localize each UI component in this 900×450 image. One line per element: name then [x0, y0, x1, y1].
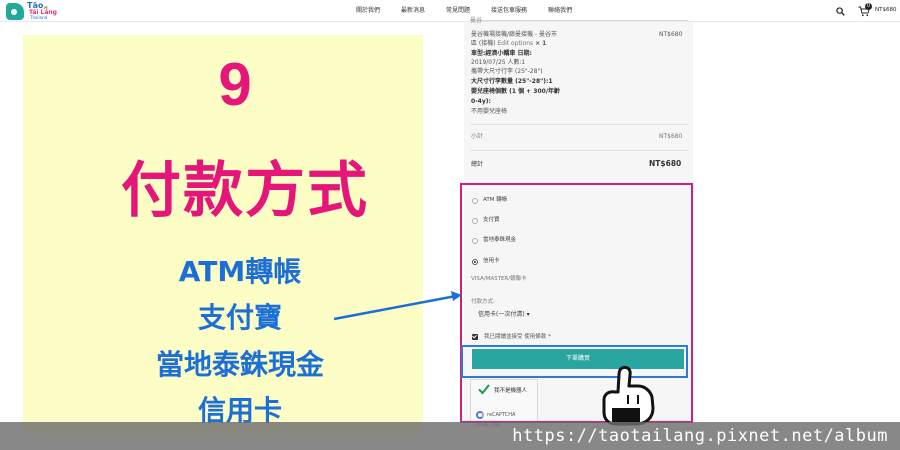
- nav-item-faq[interactable]: 常見問題: [446, 5, 470, 17]
- cart-total[interactable]: NT$680: [875, 7, 896, 13]
- watermark-bar: https://taotailang.pixnet.net/album: [0, 422, 900, 450]
- divider: [470, 150, 688, 151]
- detail-line: 攜帶大尺寸行李 (25"-28"): [471, 68, 543, 75]
- main-nav: 關於我們 最新消息 常見問題 接送包車服務 聯絡我們: [356, 5, 593, 17]
- edit-options-link[interactable]: Edit options: [498, 40, 534, 47]
- item-name-line2: 區 (接機) Edit options × 1: [471, 40, 547, 47]
- detail-line: 0-4y):: [471, 98, 491, 105]
- subtotal-label: 小計: [471, 133, 484, 140]
- cut-text: 曼谷: [470, 17, 483, 24]
- logo-line3: Thailand: [30, 15, 48, 20]
- search-icon[interactable]: [836, 7, 845, 16]
- nav-item-transfer[interactable]: 接送包車服務: [491, 5, 527, 17]
- detail-line: 車型:經濟小轎車 日期:: [471, 50, 532, 57]
- detail-line: 大尺寸行李數量 (25"-28"):1: [471, 78, 553, 85]
- nav-item-contact[interactable]: 聯絡我們: [548, 5, 572, 17]
- cart-count-badge: 0: [865, 3, 872, 10]
- nav-item-about[interactable]: 關於我們: [356, 5, 380, 17]
- detail-line: 不用嬰兒座椅: [471, 108, 508, 115]
- method-cash: 當地泰銖現金: [155, 348, 324, 381]
- total-value: NT$680: [649, 159, 682, 168]
- total-label: 總計: [471, 161, 484, 168]
- nav-item-news[interactable]: 最新消息: [401, 5, 425, 17]
- pointing-hand-icon: [602, 365, 655, 426]
- divider: [470, 124, 688, 125]
- method-atm: ATM轉帳: [178, 255, 302, 288]
- subtotal-value: NT$680: [659, 133, 683, 140]
- watermark-url: https://taotailang.pixnet.net/album: [512, 426, 888, 446]
- top-navbar: Tāo🚕 Tái Láng Thailand 關於我們 最新消息 常見問題 接送…: [0, 0, 900, 22]
- method-alipay: 支付寶: [197, 301, 282, 334]
- logo-mark-icon: [6, 3, 24, 20]
- detail-line: 嬰兒座椅個數 (1 個 + 300/年齡: [471, 88, 561, 95]
- item-name-line1: 曼谷機場接機/廊曼接機 - 曼谷市: [471, 31, 558, 38]
- step-title: 付款方式: [121, 156, 369, 226]
- site-logo[interactable]: Tāo🚕 Tái Láng Thailand: [6, 1, 62, 21]
- highlight-payment-box: [460, 183, 693, 423]
- item-price: NT$680: [659, 31, 683, 38]
- step-number: 9: [218, 51, 252, 118]
- divider: [470, 20, 688, 21]
- detail-line: 2019/07/25 人數:1: [471, 59, 526, 66]
